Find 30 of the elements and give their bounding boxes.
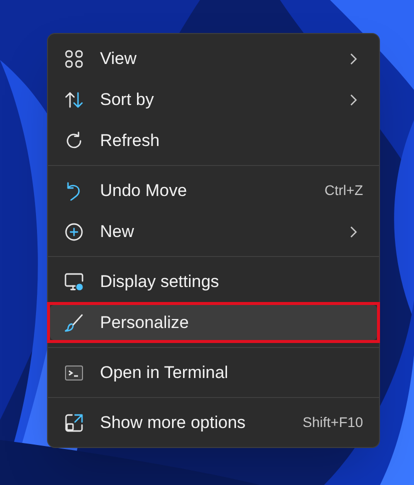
menu-item[interactable]: Refresh [50,123,377,158]
menu-item[interactable]: Personalize [50,305,377,340]
menu-item-label: Refresh [100,130,161,152]
sort-arrows-icon [64,90,84,110]
chevron-right-icon [349,226,357,238]
menu-item-label: Show more options [100,412,247,434]
chevron-right-icon [349,52,357,64]
menu-item[interactable]: New [50,214,377,249]
menu-item[interactable]: Undo Move Ctrl+Z [50,173,377,208]
plus-circle-icon [64,222,84,242]
terminal-icon [64,362,84,382]
menu-item[interactable]: View [50,41,377,76]
menu-item-label: View [100,48,138,70]
menu-item[interactable]: Open in Terminal [50,355,377,390]
shortcut-label: Shift+F10 [302,413,363,432]
brush-icon [64,312,84,332]
menu-item[interactable]: Display settings [50,264,377,299]
menu-item-label: Personalize [100,312,190,334]
chevron-right-icon [349,94,357,106]
refresh-icon [64,130,84,150]
menu-item-label: Open in Terminal [100,362,230,384]
shortcut-label: Ctrl+Z [324,181,363,200]
menu-item[interactable]: Show more options Shift+F10 [50,405,377,440]
menu-item-label: New [100,220,136,243]
menu-item-label: Display settings [100,270,220,293]
expand-window-icon [64,412,84,432]
menu-item-label: Undo Move [100,180,188,202]
menu-item[interactable]: Sort by [50,82,377,117]
menu-item-label: Sort by [100,88,155,111]
grid-icon [64,48,84,68]
